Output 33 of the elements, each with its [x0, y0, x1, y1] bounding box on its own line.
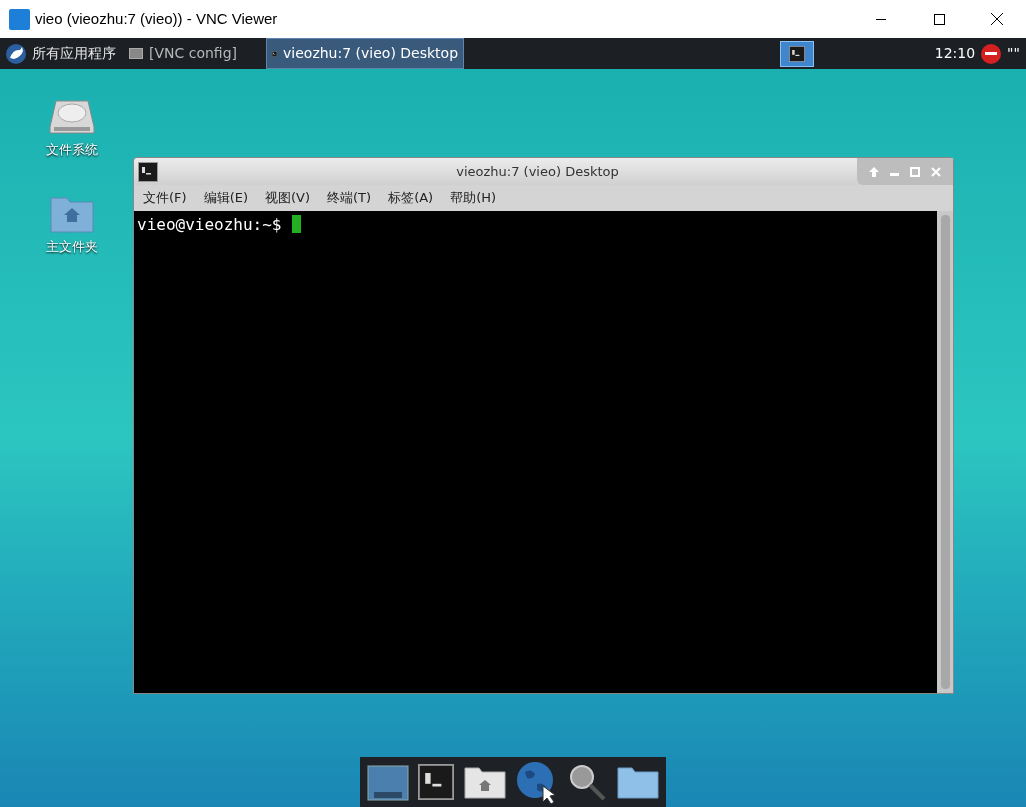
window-icon	[129, 48, 143, 59]
taskbar-item[interactable]: vieozhu:7 (vieo) Desktop	[266, 38, 465, 69]
menu-item[interactable]: 编辑(E)	[203, 188, 248, 208]
folder-icon[interactable]	[615, 764, 660, 800]
taskbar-item[interactable]: [VNC config]	[124, 38, 243, 69]
menu-item[interactable]: 视图(V)	[265, 188, 311, 208]
hard-drive-icon	[48, 97, 96, 137]
arrow-up-icon[interactable]	[868, 166, 879, 177]
menu-item[interactable]: 终端(T)	[327, 188, 372, 208]
clock: 12:10	[934, 44, 976, 63]
terminal-icon	[418, 764, 455, 800]
show-desktop-button[interactable]	[779, 40, 814, 67]
mouse-logo-icon	[5, 42, 27, 65]
search-icon[interactable]	[567, 762, 608, 802]
maximize-icon[interactable]	[910, 166, 921, 177]
applications-menu[interactable]: 所有应用程序	[0, 38, 124, 69]
terminal-prompt: vieo@vieozhu:~$	[137, 214, 282, 236]
tray-text: ""	[1007, 44, 1020, 63]
terminal-title: vieozhu:7 (vieo) Desktop	[455, 162, 620, 181]
menu-item[interactable]: 标签(A)	[388, 188, 434, 208]
close-icon	[991, 13, 1003, 25]
monitor-icon[interactable]	[366, 762, 411, 802]
close-icon[interactable]	[931, 166, 942, 177]
no-entry-icon	[981, 43, 1002, 64]
cursor	[291, 215, 301, 233]
menu-item[interactable]: 帮助(H)	[450, 188, 497, 208]
scrollbar[interactable]	[937, 211, 953, 693]
terminal-icon	[788, 45, 805, 62]
app-logo-icon	[9, 8, 30, 30]
home-folder-icon[interactable]	[462, 764, 507, 800]
window-title: vieo (vieozhu:7 (vieo)) - VNC Viewer	[35, 8, 278, 29]
menu-item[interactable]: 文件(F)	[143, 188, 187, 208]
terminal-icon	[138, 161, 158, 182]
